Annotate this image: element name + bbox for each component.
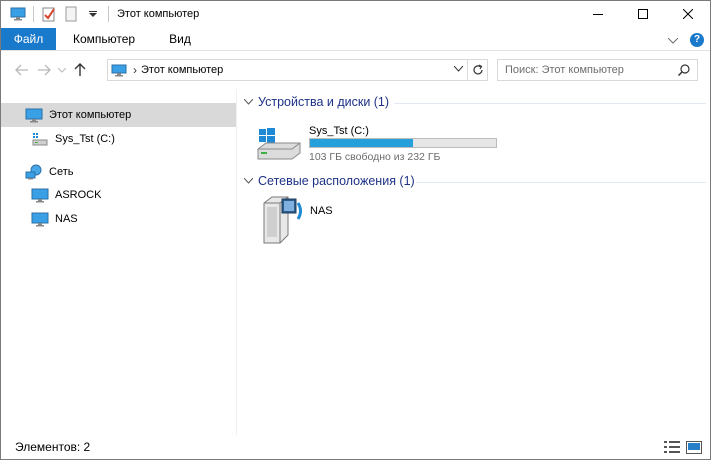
computer-icon	[31, 210, 49, 228]
group-divider	[394, 103, 706, 104]
sidebar-item-label: ASROCK	[55, 189, 102, 201]
search-placeholder: Поиск: Этот компьютер	[505, 64, 624, 76]
breadcrumb-separator[interactable]: ›	[133, 63, 137, 77]
tab-computer[interactable]: Компьютер	[56, 28, 152, 50]
computer-icon	[25, 106, 43, 124]
properties-icon[interactable]	[38, 3, 60, 25]
address-bar[interactable]: › Этот компьютер	[107, 59, 468, 81]
media-server-icon	[260, 195, 304, 248]
sidebar-item-asrock[interactable]: ASROCK	[1, 183, 236, 207]
sidebar-item-network[interactable]: Сеть	[1, 160, 236, 184]
recent-locations-chevron-icon[interactable]	[55, 59, 69, 81]
sidebar-item-label: Этот компьютер	[49, 109, 132, 121]
sidebar-item-sys-tst-drive[interactable]: Sys_Tst (C:)	[1, 127, 236, 151]
navigation-pane: Этот компьютер Sys_Tst (C:) Сеть ASROCK …	[1, 89, 237, 435]
group-header-devices[interactable]: Устройства и диски (1)	[243, 95, 390, 109]
view-switcher	[664, 440, 702, 454]
network-icon	[25, 163, 43, 181]
network-location-tile[interactable]: NAS	[260, 195, 380, 247]
capacity-bar-fill	[310, 139, 414, 147]
address-history-dropdown-icon[interactable]	[454, 66, 463, 72]
new-folder-icon[interactable]	[60, 3, 82, 25]
sidebar-item-label: NAS	[55, 213, 78, 225]
sidebar-item-label: Sys_Tst (C:)	[55, 133, 115, 145]
help-icon[interactable]: ?	[690, 32, 704, 47]
toolbar-divider	[108, 6, 109, 22]
computer-icon[interactable]	[7, 3, 29, 25]
ribbon-right-controls: ?	[667, 28, 704, 51]
ribbon-tabs: Файл Компьютер Вид ?	[1, 28, 710, 51]
up-arrow-icon[interactable]	[69, 59, 91, 81]
refresh-button[interactable]	[468, 59, 488, 81]
quick-access-toolbar	[1, 1, 113, 27]
expand-ribbon-icon[interactable]	[667, 33, 679, 47]
status-bar: Элементов: 2	[1, 435, 710, 459]
sidebar-item-nas[interactable]: NAS	[1, 207, 236, 231]
search-input[interactable]: Поиск: Этот компьютер	[497, 59, 698, 81]
search-icon[interactable]	[678, 64, 690, 76]
content-pane: Устройства и диски (1) Sys_Tst (C:) 103 …	[238, 89, 710, 435]
large-icons-view-icon[interactable]	[686, 440, 702, 454]
computer-icon	[31, 186, 49, 204]
details-view-icon[interactable]	[664, 440, 680, 454]
title-bar: Этот компьютер	[1, 1, 710, 27]
network-location-name: NAS	[310, 205, 333, 217]
back-arrow-icon[interactable]	[11, 59, 33, 81]
window-title: Этот компьютер	[117, 8, 200, 20]
drive-icon	[31, 130, 49, 148]
window-controls	[575, 1, 710, 27]
forward-arrow-icon[interactable]	[33, 59, 55, 81]
tab-file[interactable]: Файл	[1, 28, 56, 50]
breadcrumb[interactable]: Этот компьютер	[141, 64, 223, 76]
capacity-bar	[309, 138, 497, 148]
toolbar-divider	[33, 6, 34, 22]
drive-name: Sys_Tst (C:)	[309, 125, 369, 137]
minimize-button[interactable]	[575, 1, 620, 27]
computer-icon	[111, 64, 127, 77]
sidebar-item-label: Сеть	[49, 166, 74, 178]
group-title: Сетевые расположения (1)	[258, 174, 415, 188]
sidebar-item-this-pc[interactable]: Этот компьютер	[1, 103, 236, 127]
drive-free-space: 103 ГБ свободно из 232 ГБ	[309, 151, 441, 163]
item-count: Элементов: 2	[15, 440, 91, 454]
windows-drive-icon	[256, 127, 302, 164]
collapse-chevron-icon[interactable]	[243, 176, 258, 187]
group-title: Устройства и диски (1)	[258, 95, 390, 109]
collapse-chevron-icon[interactable]	[243, 97, 258, 108]
refresh-icon	[472, 64, 483, 75]
group-divider	[416, 182, 706, 183]
close-button[interactable]	[665, 1, 710, 27]
navigation-bar: › Этот компьютер Поиск: Этот компьютер	[1, 52, 710, 88]
tab-view[interactable]: Вид	[152, 28, 208, 50]
drive-tile[interactable]: Sys_Tst (C:) 103 ГБ свободно из 232 ГБ	[256, 123, 506, 165]
maximize-button[interactable]	[620, 1, 665, 27]
explorer-window: Этот компьютер Файл Компьютер Вид ? › Эт…	[0, 0, 711, 460]
customize-toolbar-dropdown-icon[interactable]	[82, 3, 104, 25]
group-header-network-locations[interactable]: Сетевые расположения (1)	[243, 174, 415, 188]
